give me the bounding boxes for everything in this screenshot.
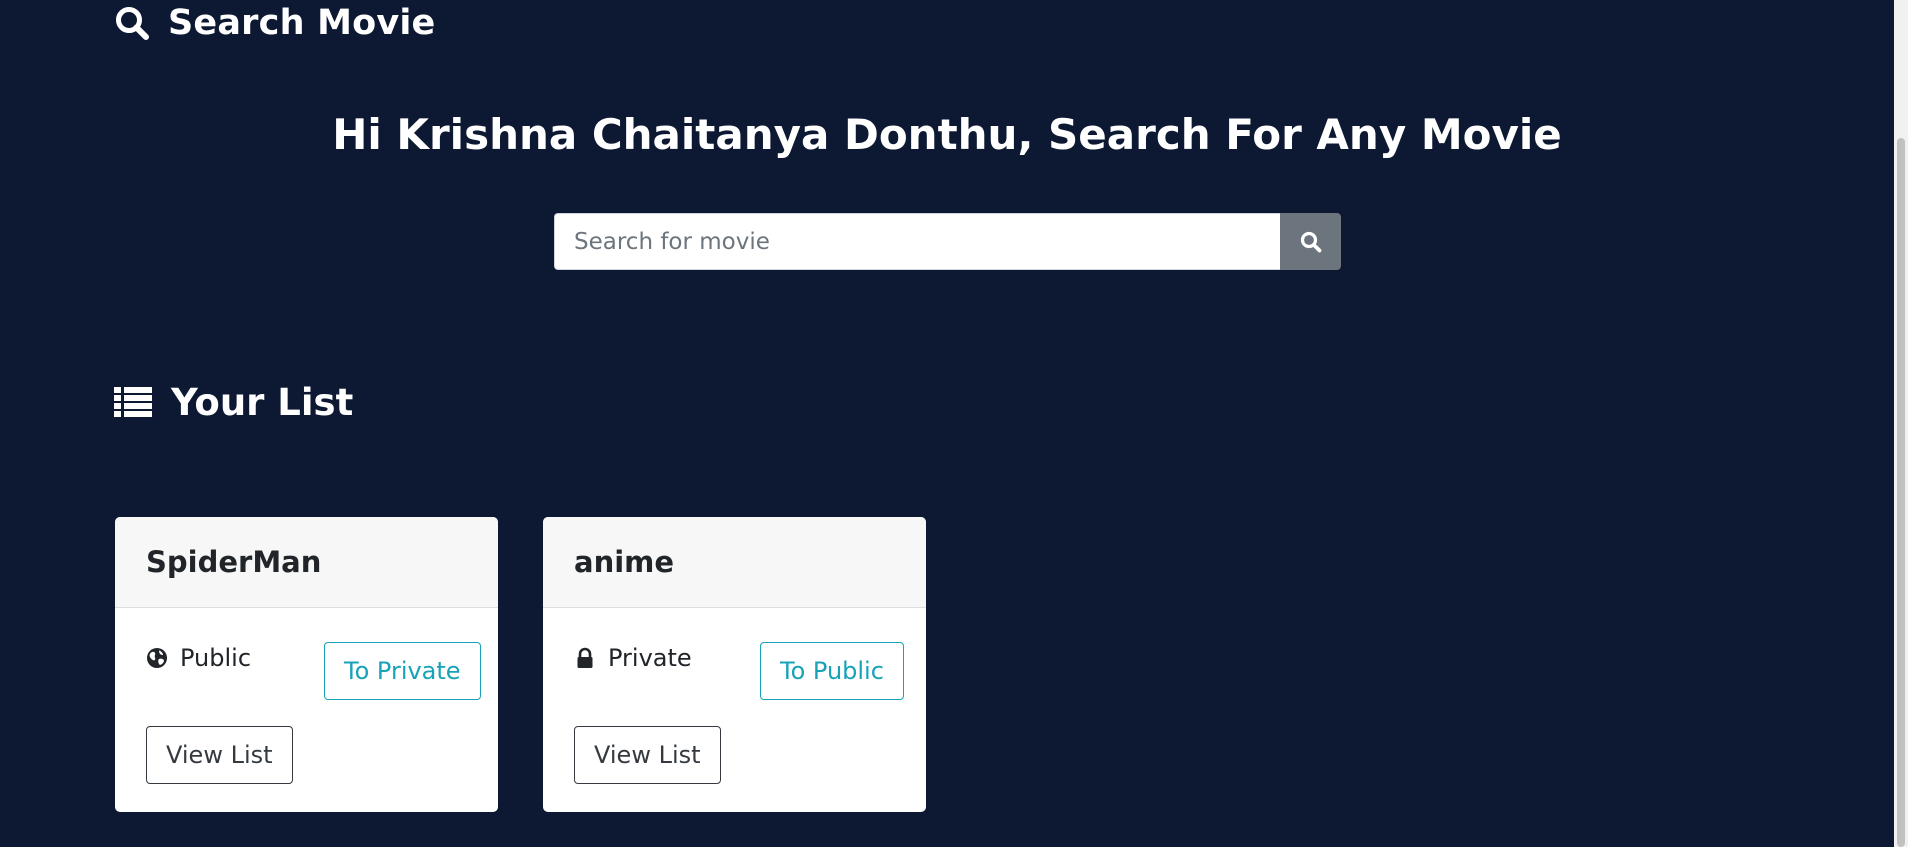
visibility-label: Public: [180, 644, 252, 672]
visibility-label: Private: [608, 644, 692, 672]
card-body: Private To Public View List: [543, 608, 926, 812]
to-private-button[interactable]: To Private: [324, 642, 481, 700]
visibility-status: Private: [574, 644, 692, 672]
card-title: SpiderMan: [146, 545, 322, 579]
search-icon: [1299, 230, 1323, 254]
greeting-heading: Hi Krishna Chaitanya Donthu, Search For …: [332, 110, 1562, 159]
your-list-title: Your List: [171, 380, 354, 424]
view-list-button[interactable]: View List: [146, 726, 293, 784]
card-body: Public To Private View List: [115, 608, 498, 812]
search-input[interactable]: [554, 213, 1280, 270]
search-bar: [554, 213, 1341, 270]
lock-icon: [577, 647, 593, 668]
visibility-status: Public: [146, 644, 251, 672]
list-card: anime Private To Public View List: [543, 517, 926, 812]
to-public-button[interactable]: To Public: [760, 642, 904, 700]
search-button[interactable]: [1280, 213, 1341, 270]
card-header: SpiderMan: [115, 517, 498, 608]
card-header: anime: [543, 517, 926, 608]
site-header: Search Movie: [114, 0, 436, 46]
search-icon: [114, 5, 150, 41]
view-list-button[interactable]: View List: [574, 726, 721, 784]
list-card: SpiderMan Public To Private View List: [115, 517, 498, 812]
globe-icon: [147, 648, 167, 668]
header-title[interactable]: Search Movie: [168, 3, 436, 43]
list-icon: [114, 386, 152, 418]
scrollbar-thumb[interactable]: [1897, 138, 1905, 847]
card-title: anime: [574, 545, 675, 579]
page-scrollbar[interactable]: [1894, 0, 1908, 847]
your-list-heading: Your List: [114, 378, 353, 426]
